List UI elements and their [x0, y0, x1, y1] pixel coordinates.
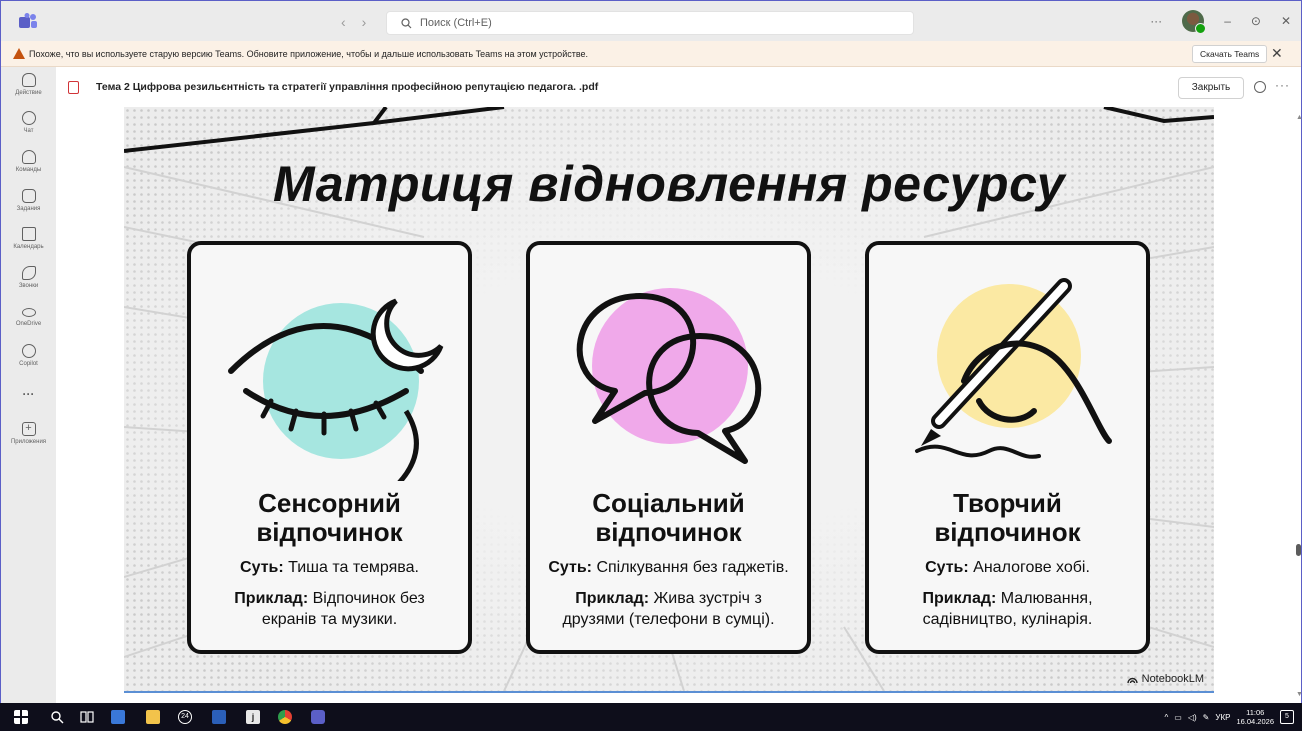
- back-icon[interactable]: ‹: [341, 14, 346, 30]
- media-app-icon[interactable]: [111, 710, 125, 724]
- teams-icon: [21, 150, 36, 164]
- title-bar: ‹ › Поиск (Ctrl+E) ··· – ⊙ ✕: [1, 1, 1301, 41]
- language-indicator[interactable]: УКР: [1215, 713, 1230, 722]
- update-banner-text: Похоже, что вы используете старую версию…: [29, 49, 589, 59]
- pen-icon[interactable]: ✎: [1203, 713, 1210, 722]
- more-apps-icon: ···: [22, 387, 35, 401]
- card-essence: Суть: Аналогове хобі.: [925, 559, 1090, 576]
- card-heading: Творчий відпочинок: [934, 488, 1081, 547]
- add-apps-icon: +: [21, 422, 36, 436]
- rail-item-chat[interactable]: Чат: [1, 111, 56, 134]
- conversation-icon[interactable]: [1254, 81, 1266, 93]
- system-tray: ^ ▭ ◁) ✎ УКР 11:06 16.04.2026 5: [1165, 708, 1294, 726]
- chrome-icon[interactable]: [278, 710, 292, 724]
- close-banner-icon[interactable]: ✕: [1271, 45, 1283, 62]
- network-icon[interactable]: ▭: [1174, 713, 1182, 722]
- cloud-icon: [21, 308, 36, 317]
- teams-logo-icon[interactable]: [19, 13, 37, 29]
- card-essence: Суть: Спілкування без гаджетів.: [548, 559, 789, 576]
- taskbar-search-icon[interactable]: [50, 710, 64, 724]
- forward-icon[interactable]: ›: [362, 14, 367, 30]
- search-icon: [401, 17, 412, 28]
- close-document-button[interactable]: Закрыть: [1178, 77, 1244, 99]
- notification-center-icon[interactable]: 5: [1280, 710, 1294, 724]
- teams-taskbar-icon[interactable]: [311, 710, 325, 724]
- calendar-icon: [21, 227, 36, 241]
- card-example: Приклад: Відпочинок без екранів та музик…: [234, 590, 425, 628]
- pdf-file-icon: [68, 81, 79, 94]
- card-example: Приклад: Малювання, садівництво, кулінар…: [922, 590, 1093, 628]
- card-essence: Суть: Тиша та темрява.: [240, 559, 419, 576]
- minimize-button[interactable]: –: [1224, 14, 1231, 28]
- slide-title: Матриця відновлення ресурсу: [272, 156, 1066, 212]
- scroll-down-icon[interactable]: ▼: [1296, 691, 1302, 698]
- card-heading: Соціальний відпочинок: [592, 488, 745, 547]
- rail-item-calls[interactable]: Звонки: [1, 266, 56, 289]
- word-icon[interactable]: [212, 710, 226, 724]
- avatar[interactable]: [1182, 10, 1207, 34]
- teams-window: ‹ › Поиск (Ctrl+E) ··· – ⊙ ✕ Похоже, что…: [0, 0, 1302, 731]
- warning-icon: [13, 48, 25, 59]
- speech-bubbles-icon: [576, 288, 762, 464]
- card-sensory: Сенсорний відпочинок Суть: Тиша та темря…: [187, 241, 472, 654]
- scrollbar-thumb[interactable]: [1296, 544, 1301, 556]
- windows-taskbar: 24 j ^ ▭ ◁) ✎ УКР 11:06 16.04.2026 5: [0, 703, 1302, 731]
- card-example: Приклад: Жива зустріч з друзями (телефон…: [562, 590, 775, 628]
- window-controls: ··· – ⊙ ✕: [1150, 10, 1291, 34]
- file-explorer-icon[interactable]: [146, 710, 160, 724]
- rail-item-calendar[interactable]: Календарь: [1, 227, 56, 250]
- rail-item-assignments[interactable]: Задания: [1, 189, 56, 212]
- hand-drawing-icon: [915, 278, 1112, 459]
- more-options-icon[interactable]: ···: [1150, 14, 1162, 28]
- windows-start-icon[interactable]: [14, 710, 28, 724]
- close-window-button[interactable]: ✕: [1281, 14, 1291, 28]
- document-header: Тема 2 Цифрова резильєнтність та стратег…: [56, 67, 1301, 107]
- task-view-icon[interactable]: [80, 710, 94, 724]
- card-creative: Творчий відпочинок Суть: Аналогове хобі.…: [865, 241, 1150, 654]
- restore-button[interactable]: ⊙: [1251, 14, 1261, 28]
- app-badge-icon[interactable]: 24: [178, 710, 192, 724]
- tray-overflow-icon[interactable]: ^: [1165, 713, 1169, 722]
- rail-more[interactable]: ···: [1, 387, 56, 401]
- rail-item-teams[interactable]: Команды: [1, 150, 56, 173]
- search-input[interactable]: Поиск (Ctrl+E): [386, 11, 914, 35]
- journal-app-icon[interactable]: j: [246, 710, 260, 724]
- notebooklm-logo-icon: [1126, 677, 1138, 683]
- bell-icon: [21, 73, 36, 87]
- rail-item-activity[interactable]: Действие: [1, 73, 56, 96]
- rail-item-apps[interactable]: + Приложения: [1, 422, 56, 445]
- document-more-icon[interactable]: ···: [1275, 78, 1290, 92]
- assignments-icon: [21, 189, 36, 203]
- download-teams-button[interactable]: Скачать Teams: [1192, 45, 1268, 63]
- volume-icon[interactable]: ◁): [1188, 713, 1197, 722]
- card-social: Соціальний відпочинок Суть: Спілкування …: [526, 241, 811, 654]
- slide-page: Матриця відновлення ресурсу Сенсорний ві…: [124, 107, 1214, 691]
- notebooklm-watermark: NotebookLM: [1126, 673, 1204, 685]
- sleeping-eye-moon-icon: [228, 298, 444, 481]
- rail-item-copilot[interactable]: Copilot: [1, 344, 56, 367]
- card-heading: Сенсорний відпочинок: [256, 488, 403, 547]
- rail-item-onedrive[interactable]: OneDrive: [1, 305, 56, 327]
- copilot-icon: [21, 344, 36, 358]
- document-title: Тема 2 Цифрова резильєнтність та стратег…: [96, 81, 599, 93]
- chat-icon: [21, 111, 36, 125]
- app-rail: Действие Чат Команды Задания Календарь З…: [1, 67, 56, 704]
- history-nav: ‹ ›: [341, 14, 366, 30]
- update-banner: Похоже, что вы используете старую версию…: [1, 41, 1301, 67]
- phone-icon: [21, 266, 36, 280]
- search-placeholder: Поиск (Ctrl+E): [420, 17, 492, 29]
- clock[interactable]: 11:06 16.04.2026: [1236, 708, 1274, 726]
- page-divider: [124, 691, 1214, 693]
- scroll-up-icon[interactable]: ▲: [1296, 114, 1302, 121]
